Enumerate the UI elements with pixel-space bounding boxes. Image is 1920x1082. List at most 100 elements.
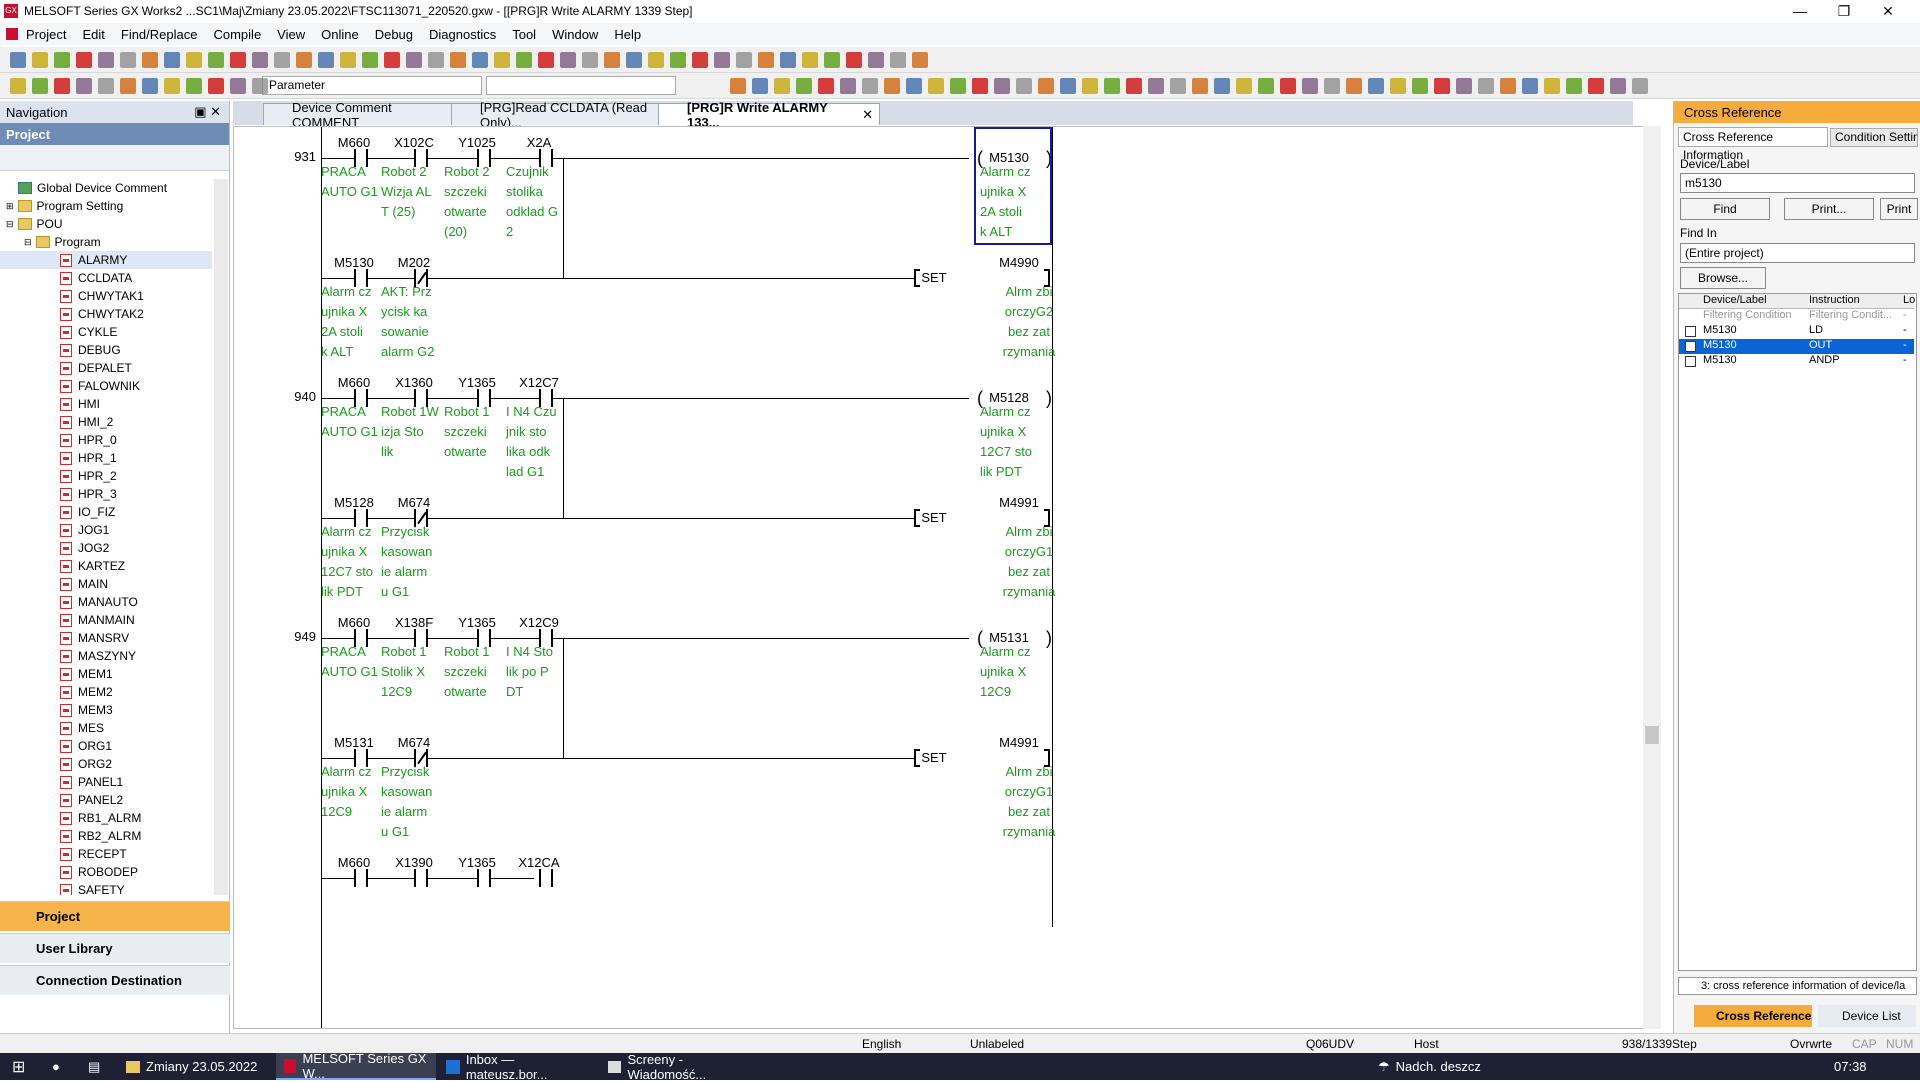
toolbar-button-icon[interactable] bbox=[384, 52, 400, 68]
xref-filter-row[interactable]: Filtering Condition Filtering Condit... … bbox=[1679, 309, 1914, 324]
tree-item-program-debug[interactable]: DEBUG bbox=[0, 341, 212, 359]
toolbar-button-icon[interactable] bbox=[1148, 78, 1164, 94]
toolbar-button-icon[interactable] bbox=[730, 78, 746, 94]
tree-scrollbar[interactable] bbox=[214, 179, 228, 895]
xref-tab-information[interactable]: Cross Reference Information bbox=[1678, 127, 1828, 162]
toolbar-button-icon[interactable] bbox=[98, 78, 114, 94]
tree-item-program-hpr_1[interactable]: HPR_1 bbox=[0, 449, 212, 467]
toolbar-button-icon[interactable] bbox=[516, 52, 532, 68]
toolbar-button-icon[interactable] bbox=[868, 52, 884, 68]
toolbar-button-icon[interactable] bbox=[1632, 78, 1648, 94]
tab-write-alarmy[interactable]: [PRG]R Write ALARMY 133... ✕ bbox=[658, 100, 880, 130]
toolbar-button-icon[interactable] bbox=[54, 78, 70, 94]
toolbar-button-icon[interactable] bbox=[1038, 78, 1054, 94]
toolbar-button-icon[interactable] bbox=[1412, 78, 1428, 94]
tree-item-program-mes[interactable]: MES bbox=[0, 719, 212, 737]
toolbar-button-icon[interactable] bbox=[862, 78, 878, 94]
tree-item-program-hpr_0[interactable]: HPR_0 bbox=[0, 431, 212, 449]
toolbar-button-icon[interactable] bbox=[774, 78, 790, 94]
toolbar-button-icon[interactable] bbox=[1434, 78, 1450, 94]
toolbar-button-icon[interactable] bbox=[1456, 78, 1472, 94]
taskbar-item-outlook[interactable]: Inbox — mateusz.bor... bbox=[438, 1052, 598, 1082]
parameter-field[interactable]: Parameter bbox=[262, 76, 482, 95]
toolbar-button-icon[interactable] bbox=[560, 52, 576, 68]
menu-edit[interactable]: Edit bbox=[82, 27, 104, 42]
nav-button-user-library[interactable]: User Library bbox=[0, 933, 230, 963]
toolbar-button-icon[interactable] bbox=[950, 78, 966, 94]
toolbar-button-icon[interactable] bbox=[1258, 78, 1274, 94]
toolbar-button-icon[interactable] bbox=[120, 52, 136, 68]
close-tab-icon[interactable]: ✕ bbox=[862, 107, 873, 123]
toolbar-button-icon[interactable] bbox=[76, 78, 92, 94]
toolbar-button-icon[interactable] bbox=[928, 78, 944, 94]
parameter-dropdown[interactable] bbox=[486, 76, 676, 95]
toolbar-button-icon[interactable] bbox=[1588, 78, 1604, 94]
toolbar-button-icon[interactable] bbox=[32, 52, 48, 68]
toolbar-button-icon[interactable] bbox=[98, 52, 114, 68]
nav-button-connection-destination[interactable]: Connection Destination bbox=[0, 965, 230, 995]
find-button[interactable]: Find bbox=[1680, 198, 1770, 220]
menu-tool[interactable]: Tool bbox=[512, 27, 536, 42]
taskbar-item-folder[interactable]: Zmiany 23.05.2022 bbox=[118, 1053, 274, 1080]
tree-item-program-hmi[interactable]: HMI bbox=[0, 395, 212, 413]
toolbar-button-icon[interactable] bbox=[670, 52, 686, 68]
row-checkbox[interactable] bbox=[1685, 326, 1696, 337]
tree-item-program-mem1[interactable]: MEM1 bbox=[0, 665, 212, 683]
toolbar-button-icon[interactable] bbox=[1324, 78, 1340, 94]
tree-item-program-mem2[interactable]: MEM2 bbox=[0, 683, 212, 701]
tree-item-program-io_fiz[interactable]: IO_FIZ bbox=[0, 503, 212, 521]
toolbar-button-icon[interactable] bbox=[230, 78, 246, 94]
toolbar-button-icon[interactable] bbox=[142, 52, 158, 68]
toolbar-button-icon[interactable] bbox=[164, 52, 180, 68]
toolbar-button-icon[interactable] bbox=[252, 52, 268, 68]
weather-widget[interactable]: ☂ Nadch. deszcz bbox=[1370, 1053, 1510, 1080]
xref-bottom-tab-device-list[interactable]: Device List bbox=[1818, 1005, 1916, 1027]
tree-item-program-manauto[interactable]: MANAUTO bbox=[0, 593, 212, 611]
tree-item-program-hpr_2[interactable]: HPR_2 bbox=[0, 467, 212, 485]
pin-icon[interactable]: ▣ ✕ bbox=[194, 104, 221, 120]
tree-item-program-maszyny[interactable]: MASZYNY bbox=[0, 647, 212, 665]
tree-item-program-jog2[interactable]: JOG2 bbox=[0, 539, 212, 557]
store-icon[interactable]: ▤ bbox=[80, 1053, 110, 1080]
toolbar-button-icon[interactable] bbox=[912, 52, 928, 68]
toolbar-button-icon[interactable] bbox=[840, 78, 856, 94]
toolbar-button-icon[interactable] bbox=[406, 52, 422, 68]
toolbar-button-icon[interactable] bbox=[164, 78, 180, 94]
toolbar-button-icon[interactable] bbox=[208, 78, 224, 94]
toolbar-button-icon[interactable] bbox=[1302, 78, 1318, 94]
tree-item-program-chwytak2[interactable]: CHWYTAK2 bbox=[0, 305, 212, 323]
toolbar-button-icon[interactable] bbox=[1082, 78, 1098, 94]
tree-item-program-cykle[interactable]: CYKLE bbox=[0, 323, 212, 341]
browse-button[interactable]: Browse... bbox=[1680, 267, 1766, 289]
toolbar-button-icon[interactable] bbox=[802, 52, 818, 68]
tree-item-program-kartez[interactable]: KARTEZ bbox=[0, 557, 212, 575]
toolbar-button-icon[interactable] bbox=[906, 78, 922, 94]
toolbar-button-icon[interactable] bbox=[1170, 78, 1186, 94]
nav-button-project[interactable]: Project bbox=[0, 901, 230, 931]
menu-window[interactable]: Window bbox=[552, 27, 598, 42]
tree-item-program-hmi_2[interactable]: HMI_2 bbox=[0, 413, 212, 431]
minimize-icon[interactable]: — bbox=[1778, 0, 1822, 22]
menu-find-replace[interactable]: Find/Replace bbox=[121, 27, 198, 42]
xref-bottom-tab-cross-reference[interactable]: Cross Reference bbox=[1694, 1005, 1812, 1027]
device-label-input[interactable]: m5130 bbox=[1680, 173, 1915, 193]
toolbar-button-icon[interactable] bbox=[1060, 78, 1076, 94]
toolbar-button-icon[interactable] bbox=[494, 52, 510, 68]
tab-device-comment[interactable]: Device Comment COMMENT bbox=[263, 100, 458, 130]
menu-online[interactable]: Online bbox=[321, 27, 359, 42]
restore-icon[interactable]: ❐ bbox=[1822, 0, 1866, 22]
tree-item-program-manmain[interactable]: MANMAIN bbox=[0, 611, 212, 629]
toolbar-button-icon[interactable] bbox=[538, 52, 554, 68]
row-checkbox[interactable] bbox=[1685, 356, 1696, 367]
toolbar-button-icon[interactable] bbox=[890, 52, 906, 68]
toolbar-button-icon[interactable] bbox=[846, 52, 862, 68]
toolbar-button-icon[interactable] bbox=[780, 52, 796, 68]
toolbar-button-icon[interactable] bbox=[10, 52, 26, 68]
toolbar-button-icon[interactable] bbox=[1478, 78, 1494, 94]
toolbar-button-icon[interactable] bbox=[758, 52, 774, 68]
toolbar-button-icon[interactable] bbox=[76, 52, 92, 68]
toolbar-button-icon[interactable] bbox=[1016, 78, 1032, 94]
toolbar-button-icon[interactable] bbox=[604, 52, 620, 68]
toolbar-button-icon[interactable] bbox=[1126, 78, 1142, 94]
toolbar-button-icon[interactable] bbox=[1192, 78, 1208, 94]
